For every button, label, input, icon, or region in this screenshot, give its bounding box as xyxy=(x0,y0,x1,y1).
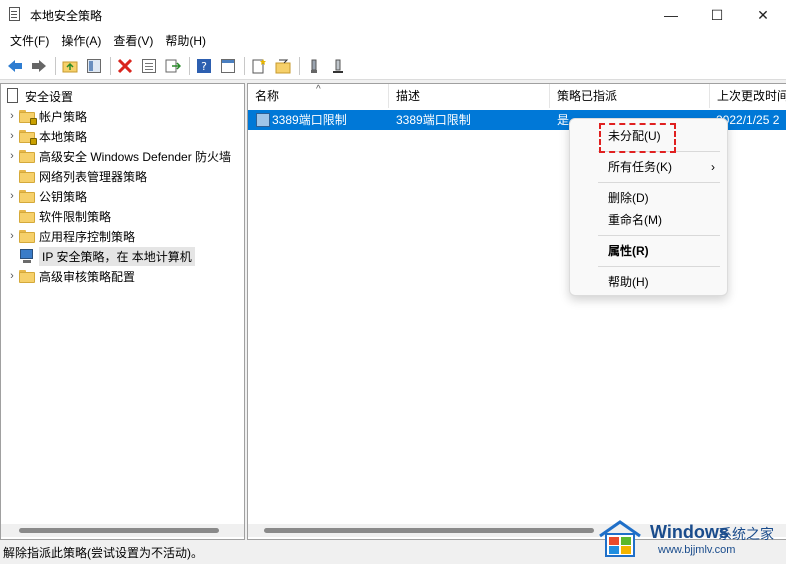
help-icon[interactable]: ? xyxy=(193,55,215,77)
local-security-policy-icon xyxy=(8,7,24,23)
tree-item-label: 网络列表管理器策略 xyxy=(39,169,148,184)
tree-item-label: 本地策略 xyxy=(39,129,88,144)
expand-arrow-icon[interactable]: › xyxy=(5,190,19,202)
folder-icon xyxy=(19,189,35,203)
back-arrow-icon[interactable] xyxy=(4,55,26,77)
manage-filters-icon[interactable] xyxy=(272,55,294,77)
security-settings-icon xyxy=(5,88,21,104)
expand-arrow-icon[interactable]: › xyxy=(5,230,19,242)
menu-item-rename[interactable]: 重命名(M) xyxy=(570,209,727,231)
forward-arrow-icon[interactable] xyxy=(28,55,50,77)
toolbar-separator xyxy=(299,56,300,75)
watermark-url: www.bjjmlv.com xyxy=(658,544,736,556)
window-title: 本地安全策略 xyxy=(30,8,103,23)
menu-item-all-tasks[interactable]: 所有任务(K) › xyxy=(570,156,727,178)
tree-item-account-policies[interactable]: › 帐户策略 xyxy=(5,106,87,126)
expand-arrow-icon[interactable]: › xyxy=(5,130,19,142)
tree-item-public-key[interactable]: › 公钥策略 xyxy=(5,186,87,206)
expand-arrow-icon[interactable]: › xyxy=(5,270,19,282)
scrollbar-thumb[interactable] xyxy=(264,528,594,533)
computer-icon xyxy=(19,248,35,264)
menu-separator xyxy=(598,266,720,267)
menu-help[interactable]: 帮助(H) xyxy=(159,30,212,52)
show-hide-tree-icon[interactable] xyxy=(83,55,105,77)
close-button[interactable]: ✕ xyxy=(740,0,786,30)
toolbar: ? xyxy=(0,52,786,80)
maximize-button[interactable]: ☐ xyxy=(694,0,740,30)
scrollbar-thumb[interactable] xyxy=(19,528,219,533)
export-list-icon[interactable] xyxy=(162,55,184,77)
svg-text:?: ? xyxy=(201,60,207,73)
tree-item-label: 公钥策略 xyxy=(39,189,88,204)
column-header-label: 上次更改时间 xyxy=(717,89,786,103)
tree-item-advanced-audit[interactable]: › 高级审核策略配置 xyxy=(5,266,135,286)
chevron-right-icon: › xyxy=(711,160,715,174)
column-header-name[interactable]: 名称 ^ xyxy=(248,84,389,108)
properties-icon[interactable] xyxy=(138,55,160,77)
minimize-button[interactable]: — xyxy=(648,0,694,30)
watermark: Windows 系统之家 www.bjjmlv.com xyxy=(590,508,786,564)
tree-item-ip-security[interactable]: IP 安全策略，在 本地计算机 xyxy=(19,246,195,266)
console-icon[interactable] xyxy=(217,55,239,77)
tree-item-app-control[interactable]: › 应用程序控制策略 xyxy=(5,226,135,246)
tree-item-network-list[interactable]: 网络列表管理器策略 xyxy=(19,166,147,186)
locked-folder-icon xyxy=(19,109,37,125)
toolbar-separator xyxy=(244,56,245,75)
tree-item-label: 帐户策略 xyxy=(39,109,88,124)
annotation-highlight-box xyxy=(599,123,676,153)
folder-icon xyxy=(19,229,35,243)
column-header-label: 名称 xyxy=(255,89,280,103)
tree-item-label: 高级审核策略配置 xyxy=(39,269,136,284)
assign-icon[interactable] xyxy=(303,55,325,77)
folder-icon xyxy=(19,269,35,283)
tree-item-label: 应用程序控制策略 xyxy=(39,229,136,244)
toolbar-separator xyxy=(110,56,111,75)
unassign-icon[interactable] xyxy=(327,55,349,77)
tree-pane[interactable]: 安全设置 › 帐户策略 › 本地策略 › 高级安全 Windows Defend… xyxy=(0,83,245,540)
menu-bar: 文件(F) 操作(A) 查看(V) 帮助(H) xyxy=(0,30,786,52)
sort-ascending-icon: ^ xyxy=(316,84,321,95)
menu-item-delete[interactable]: 删除(D) xyxy=(570,187,727,209)
tree-item-label: 高级安全 Windows Defender 防火墙 xyxy=(39,149,232,164)
column-header-label: 描述 xyxy=(396,89,421,103)
tree-item-label: IP 安全策略，在 本地计算机 xyxy=(39,246,195,266)
toolbar-separator xyxy=(55,56,56,75)
toolbar-separator xyxy=(189,56,190,75)
windows-logo-icon xyxy=(599,520,641,557)
watermark-subtitle: 系统之家 xyxy=(718,526,774,542)
tree-item-software-restriction[interactable]: 软件限制策略 xyxy=(19,206,111,226)
menu-separator xyxy=(598,235,720,236)
cell-description: 3389端口限制 xyxy=(396,113,471,127)
menu-action[interactable]: 操作(A) xyxy=(55,30,107,52)
menu-view[interactable]: 查看(V) xyxy=(107,30,159,52)
up-folder-icon[interactable] xyxy=(59,55,81,77)
tree-root-label: 安全设置 xyxy=(25,89,74,104)
new-policy-icon[interactable] xyxy=(248,55,270,77)
folder-icon xyxy=(19,169,35,183)
locked-folder-icon xyxy=(19,129,37,145)
column-header-label: 策略已指派 xyxy=(557,89,618,103)
tree-root[interactable]: 安全设置 xyxy=(5,86,73,106)
folder-icon xyxy=(19,149,35,163)
expand-arrow-icon[interactable]: › xyxy=(5,150,19,162)
tree-item-defender-firewall[interactable]: › 高级安全 Windows Defender 防火墙 xyxy=(5,146,231,166)
tree-item-local-policies[interactable]: › 本地策略 xyxy=(5,126,87,146)
delete-icon[interactable] xyxy=(114,55,136,77)
menu-item-label: 所有任务(K) xyxy=(608,160,672,174)
column-header-assigned[interactable]: 策略已指派 xyxy=(550,84,710,108)
ip-policy-icon xyxy=(256,113,270,127)
column-header-description[interactable]: 描述 xyxy=(389,84,550,108)
menu-separator xyxy=(598,182,720,183)
menu-item-properties[interactable]: 属性(R) xyxy=(570,240,727,262)
tree-horizontal-scrollbar[interactable] xyxy=(1,524,244,537)
cell-name: 3389端口限制 xyxy=(272,113,347,127)
menu-item-help[interactable]: 帮助(H) xyxy=(570,271,727,293)
tree-item-label: 软件限制策略 xyxy=(39,209,112,224)
folder-icon xyxy=(19,209,35,223)
expand-arrow-icon[interactable]: › xyxy=(5,110,19,122)
cell-assigned: 是 xyxy=(557,113,570,127)
title-bar: 本地安全策略 — ☐ ✕ xyxy=(0,0,786,30)
menu-file[interactable]: 文件(F) xyxy=(4,30,55,52)
column-header-modified[interactable]: 上次更改时间 xyxy=(710,84,786,108)
